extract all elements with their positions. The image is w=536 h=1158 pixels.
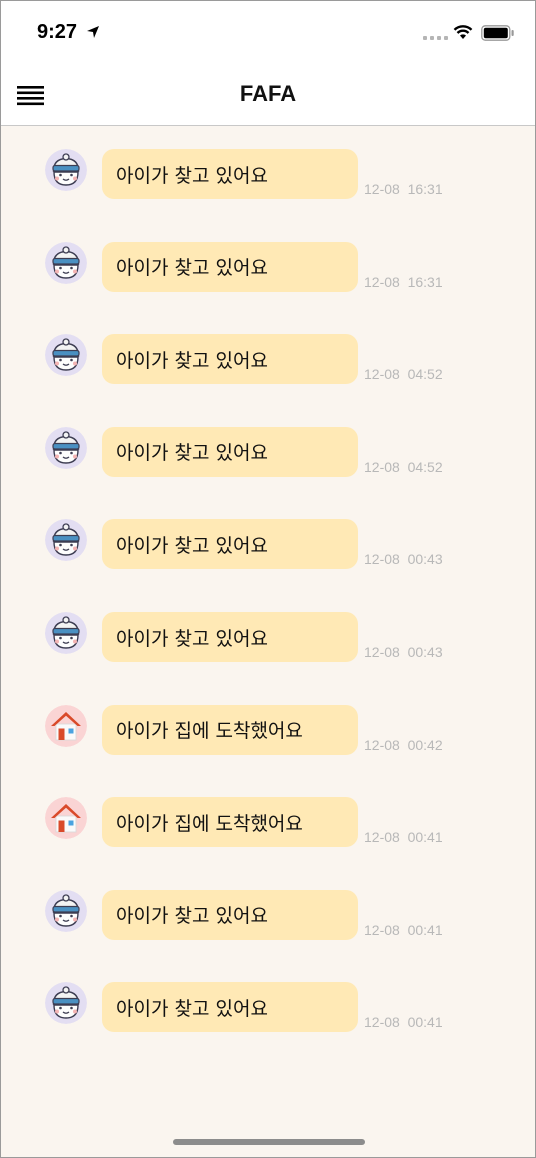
battery-icon bbox=[481, 25, 514, 41]
home-icon bbox=[45, 797, 87, 840]
message-timestamp: 12-08 16:31 bbox=[364, 181, 443, 197]
message-item[interactable]: 아이가 찾고 있어요 12-08 00:43 bbox=[1, 612, 535, 672]
message-timestamp: 12-08 16:31 bbox=[364, 273, 443, 290]
child-hat-icon bbox=[45, 519, 87, 562]
child-hat-icon bbox=[45, 334, 87, 377]
home-icon bbox=[45, 704, 87, 747]
message-timestamp: 12-08 00:41 bbox=[364, 829, 443, 846]
message-timestamp: 12-08 00:43 bbox=[364, 551, 443, 568]
status-bar: 9:27 bbox=[1, 1, 535, 65]
message-list[interactable]: 아이가 찾고 있어요 12-08 16:31 아이가 찾고 있어요 12-08 16… bbox=[1, 126, 535, 1157]
location-arrow-icon bbox=[87, 26, 99, 38]
message-timestamp: 12-08 00:41 bbox=[364, 1014, 443, 1031]
message-item[interactable]: 아이가 찾고 있어요 12-08 04:52 bbox=[1, 334, 535, 394]
child-hat-icon bbox=[45, 982, 87, 1025]
message-timestamp: 12-08 00:42 bbox=[364, 736, 443, 753]
app-frame: 9:27 FAFA 아이가 찾고 있어요 12-08 16:31 아이가 찾고 … bbox=[0, 0, 536, 1158]
message-bubble[interactable]: 아이가 찾고 있어요 bbox=[102, 149, 358, 199]
message-item[interactable]: 아이가 집에 도착했어요 12-08 00:41 bbox=[1, 797, 535, 857]
child-hat-icon bbox=[45, 149, 87, 191]
signal-icon bbox=[423, 36, 448, 40]
child-hat-icon bbox=[45, 241, 87, 284]
page-title: FAFA bbox=[239, 81, 297, 106]
message-bubble[interactable]: 아이가 찾고 있어요 bbox=[102, 982, 358, 1033]
message-bubble[interactable]: 아이가 찾고 있어요 bbox=[102, 612, 358, 662]
message-bubble[interactable]: 아이가 찾고 있어요 bbox=[102, 334, 358, 385]
message-timestamp: 12-08 04:52 bbox=[364, 366, 443, 383]
message-item[interactable]: 아이가 찾고 있어요 12-08 00:43 bbox=[1, 519, 535, 579]
status-time: 9:27 bbox=[37, 21, 78, 43]
message-item[interactable]: 아이가 찾고 있어요 12-08 16:31 bbox=[1, 241, 535, 302]
message-item[interactable]: 아이가 집에 도착했어요 12-08 00:42 bbox=[1, 704, 535, 765]
nav-bar: FAFA bbox=[1, 65, 535, 126]
message-item[interactable]: 아이가 찾고 있어요 12-08 00:41 bbox=[1, 889, 535, 950]
child-hat-icon bbox=[45, 426, 87, 469]
home-indicator[interactable] bbox=[173, 1139, 365, 1145]
message-timestamp: 12-08 00:43 bbox=[364, 644, 443, 660]
message-item[interactable]: 아이가 찾고 있어요 12-08 04:52 bbox=[1, 426, 535, 487]
message-item[interactable]: 아이가 찾고 있어요 12-08 16:31 bbox=[1, 149, 535, 209]
wifi-icon bbox=[453, 25, 473, 39]
child-hat-icon bbox=[45, 889, 87, 932]
message-timestamp: 12-08 04:52 bbox=[364, 458, 443, 475]
message-timestamp: 12-08 00:41 bbox=[364, 921, 443, 938]
message-bubble[interactable]: 아이가 찾고 있어요 bbox=[102, 889, 358, 940]
message-bubble[interactable]: 아이가 집에 도착했어요 bbox=[102, 704, 358, 755]
message-item[interactable]: 아이가 찾고 있어요 12-08 00:41 bbox=[1, 982, 535, 1042]
message-bubble[interactable]: 아이가 찾고 있어요 bbox=[102, 241, 358, 292]
child-hat-icon bbox=[45, 612, 87, 654]
message-bubble[interactable]: 아이가 찾고 있어요 bbox=[102, 426, 358, 477]
message-bubble[interactable]: 아이가 집에 도착했어요 bbox=[102, 797, 358, 848]
message-bubble[interactable]: 아이가 찾고 있어요 bbox=[102, 519, 358, 570]
